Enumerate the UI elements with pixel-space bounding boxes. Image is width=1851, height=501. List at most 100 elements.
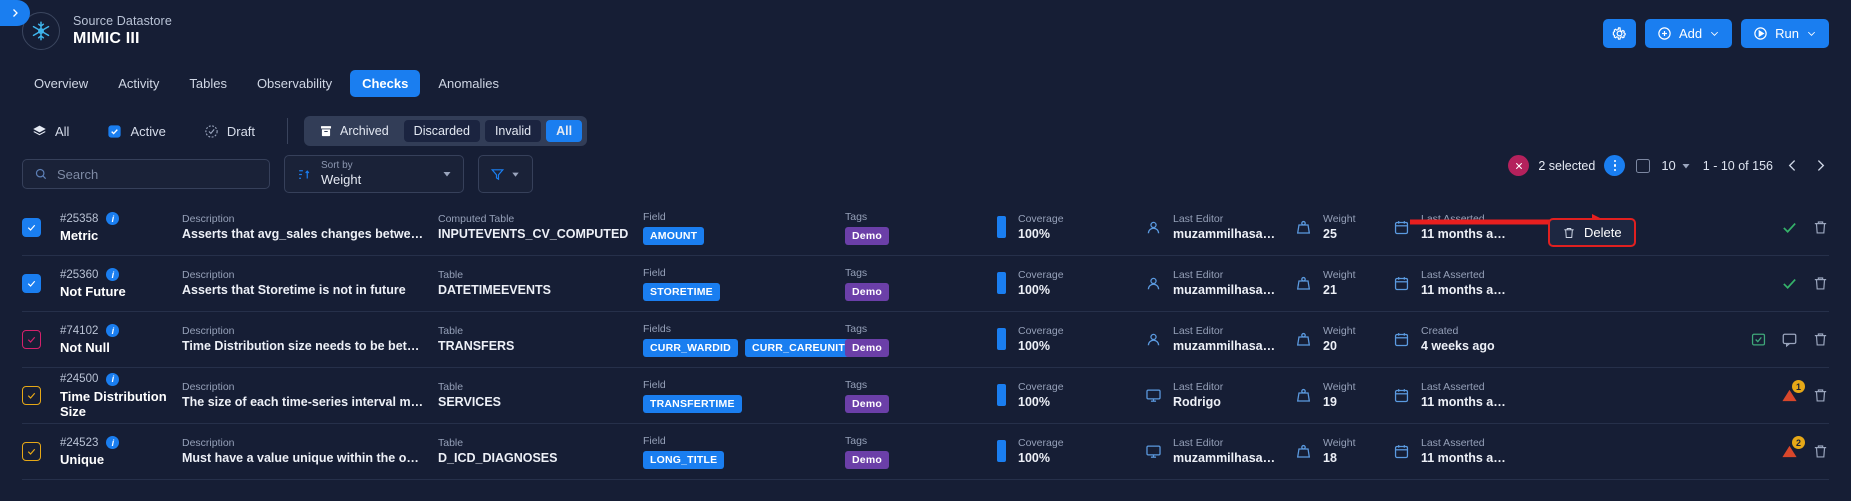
- filter-button[interactable]: [478, 155, 533, 193]
- coverage-label: Coverage: [1018, 268, 1064, 281]
- editor-label: Last Editor: [1173, 212, 1224, 225]
- tag-chip: Demo: [845, 283, 889, 302]
- table-toolbar: Sort by Weight 2 selected: [0, 152, 1851, 196]
- previous-page-button[interactable]: [1784, 157, 1801, 174]
- info-icon[interactable]: i: [106, 436, 120, 449]
- tags-label: Tags: [845, 378, 868, 391]
- row-name: Not Null: [60, 340, 110, 355]
- layers-icon: [33, 125, 46, 135]
- delete-row-button[interactable]: [1812, 387, 1829, 404]
- description-value: Asserts that Storetime is not in future: [182, 283, 406, 298]
- weight-icon: [1296, 220, 1311, 234]
- date-value: 11 months a…: [1421, 395, 1506, 410]
- checkbox-checked-icon: [108, 124, 122, 138]
- row-name: Not Future: [60, 284, 126, 299]
- sidebar-expand-handle[interactable]: [0, 0, 30, 26]
- info-icon[interactable]: i: [106, 372, 120, 386]
- date-value: 11 months a…: [1421, 451, 1506, 466]
- delete-row-button[interactable]: [1812, 219, 1829, 236]
- warning-button[interactable]: 2: [1781, 436, 1805, 460]
- segment-archived[interactable]: Archived: [309, 120, 399, 142]
- row-description-cell: Description The size of each time-series…: [182, 380, 438, 411]
- approve-button[interactable]: [1781, 219, 1798, 236]
- row-weight-cell: Weight 21: [1295, 268, 1393, 299]
- page-size-value: 10: [1661, 158, 1676, 173]
- run-button[interactable]: Run: [1741, 19, 1829, 48]
- row-actions: [1709, 219, 1829, 236]
- next-page-button[interactable]: [1812, 157, 1829, 174]
- info-icon[interactable]: i: [106, 268, 120, 281]
- editor-label: Last Editor: [1173, 380, 1224, 393]
- monitor-icon: [1146, 445, 1161, 458]
- search-input[interactable]: [57, 166, 258, 182]
- delete-row-button[interactable]: [1812, 275, 1829, 292]
- warning-button[interactable]: 1: [1781, 380, 1805, 404]
- app-root: Source Datastore MIMIC III Add Run Overv…: [0, 0, 1851, 501]
- user-icon: [1147, 221, 1160, 234]
- tab-overview[interactable]: Overview: [22, 70, 100, 97]
- field-label: Field: [643, 266, 666, 279]
- filter-all[interactable]: All: [22, 120, 79, 143]
- table-row[interactable]: #25360 i Not Future Description Asserts …: [22, 256, 1829, 312]
- row-name: Unique: [60, 452, 105, 467]
- sort-by-select[interactable]: Sort by Weight: [284, 155, 464, 193]
- filter-active[interactable]: Active: [97, 120, 175, 143]
- select-all-checkbox[interactable]: [1636, 158, 1651, 173]
- tab-observability[interactable]: Observability: [245, 70, 344, 97]
- clear-selection-button[interactable]: [1508, 155, 1530, 176]
- row-editor-cell: Last Editor muzammilhasa…: [1145, 212, 1295, 243]
- bulk-actions-menu-button[interactable]: [1604, 155, 1626, 176]
- restore-button[interactable]: [1750, 331, 1767, 348]
- weight-value: 18: [1323, 451, 1337, 466]
- status-filter-bar: All Active Draft Archived Discarded Inva…: [0, 110, 1851, 152]
- warning-count-badge: 2: [1792, 436, 1805, 449]
- filter-draft[interactable]: Draft: [194, 120, 265, 143]
- coverage-value: 100%: [1018, 339, 1050, 354]
- search-box[interactable]: [22, 159, 270, 189]
- segment-all[interactable]: All: [546, 120, 583, 142]
- row-checkbox[interactable]: [22, 274, 41, 293]
- info-icon[interactable]: i: [106, 212, 120, 225]
- delete-row-button[interactable]: [1812, 443, 1829, 460]
- row-field-cell: Field AMOUNT: [643, 210, 845, 246]
- page-size-select[interactable]: 10: [1661, 158, 1691, 173]
- approve-button[interactable]: [1781, 275, 1798, 292]
- date-label: Last Asserted: [1421, 436, 1485, 449]
- table-value: TRANSFERS: [438, 339, 515, 354]
- tab-checks[interactable]: Checks: [350, 69, 421, 97]
- table-row[interactable]: #24523 i Unique Description Must have a …: [22, 424, 1829, 480]
- row-actions: 2: [1709, 436, 1829, 460]
- add-button[interactable]: Add: [1645, 19, 1733, 48]
- delete-row-button[interactable]: [1812, 331, 1829, 348]
- row-checkbox[interactable]: [22, 330, 41, 349]
- row-coverage-cell: Coverage 100%: [997, 268, 1145, 299]
- delete-menu-item[interactable]: Delete: [1548, 218, 1636, 247]
- tab-activity[interactable]: Activity: [106, 70, 171, 97]
- row-coverage-cell: Coverage 100%: [997, 212, 1145, 243]
- comment-button[interactable]: [1781, 331, 1798, 348]
- tab-anomalies[interactable]: Anomalies: [426, 70, 511, 97]
- main-nav-tabs: Overview Activity Tables Observability C…: [0, 66, 1851, 100]
- row-checkbox[interactable]: [22, 386, 41, 405]
- tab-tables[interactable]: Tables: [177, 70, 239, 97]
- chevron-right-icon: [1817, 160, 1825, 171]
- chevron-down-icon: [1711, 31, 1719, 36]
- row-select-cell: [22, 218, 60, 237]
- table-row[interactable]: #24500 i Time Distribution Size Descript…: [22, 368, 1829, 424]
- chevron-right-icon: [13, 9, 18, 17]
- row-checkbox[interactable]: [22, 218, 41, 237]
- segment-discarded[interactable]: Discarded: [403, 120, 480, 142]
- kebab-dot: [1613, 159, 1617, 163]
- info-icon[interactable]: i: [106, 324, 120, 337]
- table-row[interactable]: #74102 i Not Null Description Time Distr…: [22, 312, 1829, 368]
- settings-button[interactable]: [1603, 19, 1636, 48]
- row-weight-cell: Weight 20: [1295, 324, 1393, 355]
- row-table-cell: Table SERVICES: [438, 380, 643, 411]
- check-icon: [27, 336, 36, 343]
- chevron-left-icon: [1788, 160, 1796, 171]
- restore-icon: [1751, 333, 1766, 346]
- row-checkbox[interactable]: [22, 442, 41, 461]
- row-editor-cell: Last Editor Rodrigo: [1145, 380, 1295, 411]
- segment-invalid[interactable]: Invalid: [484, 120, 542, 142]
- editor-value: muzammilhasa…: [1173, 283, 1276, 298]
